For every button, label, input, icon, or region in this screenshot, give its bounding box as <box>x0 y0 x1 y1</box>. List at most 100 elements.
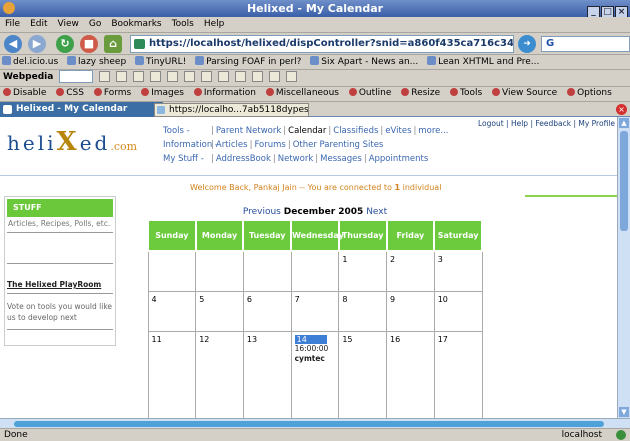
horizontal-scrollbar[interactable] <box>0 418 630 428</box>
search-input[interactable]: G <box>541 36 630 52</box>
wd-forms[interactable]: Forms <box>91 87 135 98</box>
day-cell[interactable]: 4 <box>147 290 197 332</box>
reload-icon[interactable]: ↻ <box>56 35 74 53</box>
day-cell[interactable]: 13 <box>242 330 292 418</box>
toolbar-icon[interactable] <box>167 71 179 82</box>
menu-tools[interactable]: Tools <box>167 17 199 31</box>
playroom-link[interactable]: The Helixed PlayRoom <box>7 280 101 289</box>
close-tab-icon[interactable]: × <box>616 104 627 115</box>
nav-link-forums[interactable]: Forums <box>254 140 285 150</box>
help-link[interactable]: Help <box>511 119 528 128</box>
wd-view-source[interactable]: View Source <box>489 87 561 98</box>
wd-miscellaneous[interactable]: Miscellaneous <box>263 87 343 98</box>
nav-link-more[interactable]: more... <box>418 126 448 136</box>
scroll-up-icon[interactable]: ▲ <box>619 118 629 128</box>
day-cell[interactable]: 6 <box>242 290 292 332</box>
menu-file[interactable]: File <box>0 17 25 31</box>
day-cell[interactable]: 17 <box>433 330 483 418</box>
home-icon[interactable]: ⌂ <box>104 35 122 53</box>
menu-go[interactable]: Go <box>84 17 106 31</box>
day-cell[interactable]: 10 <box>433 290 483 332</box>
toolbar-icon[interactable] <box>99 71 111 82</box>
forward-icon[interactable]: ▶ <box>28 35 46 53</box>
bookmark-item[interactable]: Six Apart - News an... <box>308 55 422 67</box>
next-month-link[interactable]: Next <box>366 207 387 217</box>
day-cell[interactable]: 2 <box>386 250 435 292</box>
day-cell[interactable]: 9 <box>386 290 435 332</box>
stop-icon[interactable]: ■ <box>80 35 98 53</box>
toolbar-icon[interactable] <box>201 71 213 82</box>
nav-link-classifieds[interactable]: Classifieds <box>333 126 378 136</box>
day-cell[interactable]: 3 <box>433 250 483 292</box>
tab-secondary[interactable]: https://localho...7ab5118dypes=4 <box>154 103 309 117</box>
wd-information[interactable]: Information <box>191 87 260 98</box>
navigation-toolbar: ◀ ▶ ↻ ■ ⌂ https://localhost/helixed/disp… <box>0 33 630 55</box>
menu-help[interactable]: Help <box>199 17 230 31</box>
day-cell[interactable]: 12 <box>195 330 244 418</box>
site-logo[interactable]: heliXed.com <box>7 127 137 157</box>
wd-images[interactable]: Images <box>138 87 188 98</box>
wd-resize[interactable]: Resize <box>398 87 444 98</box>
back-icon[interactable]: ◀ <box>4 35 22 53</box>
calendar-event[interactable]: 16:00:00 cymtec <box>295 344 336 364</box>
toolbar-icon[interactable] <box>150 71 162 82</box>
logout-link[interactable]: Logout <box>478 119 504 128</box>
nav-link-articles[interactable]: Articles <box>216 140 248 150</box>
scroll-down-icon[interactable]: ▼ <box>619 407 629 417</box>
toolbar-icon[interactable] <box>218 71 230 82</box>
nav-link-appointments[interactable]: Appointments <box>369 154 429 164</box>
toolbar-search-field[interactable] <box>59 70 94 83</box>
bookmark-item[interactable]: del.icio.us <box>0 55 62 67</box>
nav-link-parent-network[interactable]: Parent Network <box>216 126 281 136</box>
nav-link-other-parenting-sites[interactable]: Other Parenting Sites <box>293 140 384 150</box>
toolbar-icon[interactable] <box>235 71 247 82</box>
feedback-link[interactable]: Feedback <box>535 119 571 128</box>
wd-tools[interactable]: Tools <box>447 87 486 98</box>
my-profile-link[interactable]: My Profile <box>578 119 615 128</box>
wd-options[interactable]: Options <box>564 87 616 98</box>
day-cell[interactable] <box>147 250 197 292</box>
tab-active[interactable]: Helixed - My Calendar <box>0 102 163 117</box>
toolbar-icon[interactable] <box>133 71 145 82</box>
webpedia-button[interactable]: Webpedia <box>0 70 56 84</box>
nav-link-messages[interactable]: Messages <box>320 154 362 164</box>
nav-link-addressbook[interactable]: AddressBook <box>216 154 271 164</box>
day-cell[interactable]: 11 <box>147 330 197 418</box>
day-cell[interactable] <box>195 250 244 292</box>
miscellaneous-icon <box>265 88 274 96</box>
nav-link-network[interactable]: Network <box>278 154 314 164</box>
day-cell[interactable] <box>242 250 292 292</box>
day-cell[interactable]: 15 <box>338 330 388 418</box>
toolbar-icon[interactable] <box>252 71 264 82</box>
bookmark-item[interactable]: lazy sheep <box>65 55 130 67</box>
nav-link-evites[interactable]: eVites <box>385 126 411 136</box>
toolbar-icon[interactable] <box>286 71 298 82</box>
scroll-thumb[interactable] <box>620 131 628 231</box>
wd-css[interactable]: CSS <box>53 87 88 98</box>
url-input[interactable]: https://localhost/helixed/dispController… <box>130 35 514 53</box>
previous-month-link[interactable]: Previous <box>243 207 281 217</box>
site-navigation: Tools - | Parent Network | Calendar | Classifi… <box>163 124 449 166</box>
wd-disable[interactable]: Disable <box>0 87 50 98</box>
bookmark-item[interactable]: Lean XHTML and Pre... <box>425 55 543 67</box>
toolbar-icon[interactable] <box>184 71 196 82</box>
bookmark-item[interactable]: TinyURL! <box>133 55 190 67</box>
toolbar-icon[interactable] <box>116 71 128 82</box>
menu-edit[interactable]: Edit <box>25 17 52 31</box>
go-icon[interactable]: ➜ <box>518 35 536 53</box>
day-cell-today[interactable]: 14 16:00:00 cymtec <box>290 330 340 418</box>
nav-link-calendar[interactable]: Calendar <box>288 126 326 136</box>
day-cell[interactable]: 16 <box>386 330 435 418</box>
toolbar-icon[interactable] <box>269 71 281 82</box>
hscroll-thumb[interactable] <box>14 421 604 427</box>
day-cell[interactable]: 7 <box>290 290 340 332</box>
menu-bookmarks[interactable]: Bookmarks <box>106 17 166 31</box>
day-cell[interactable]: 1 <box>338 250 388 292</box>
day-cell[interactable]: 8 <box>338 290 388 332</box>
day-cell[interactable] <box>290 250 340 292</box>
day-cell[interactable]: 5 <box>195 290 244 332</box>
wd-outline[interactable]: Outline <box>346 87 396 98</box>
bookmark-item[interactable]: Parsing FOAF in perl? <box>193 55 305 67</box>
menu-view[interactable]: View <box>53 17 84 31</box>
vertical-scrollbar[interactable]: ▲ ▼ <box>617 117 630 418</box>
